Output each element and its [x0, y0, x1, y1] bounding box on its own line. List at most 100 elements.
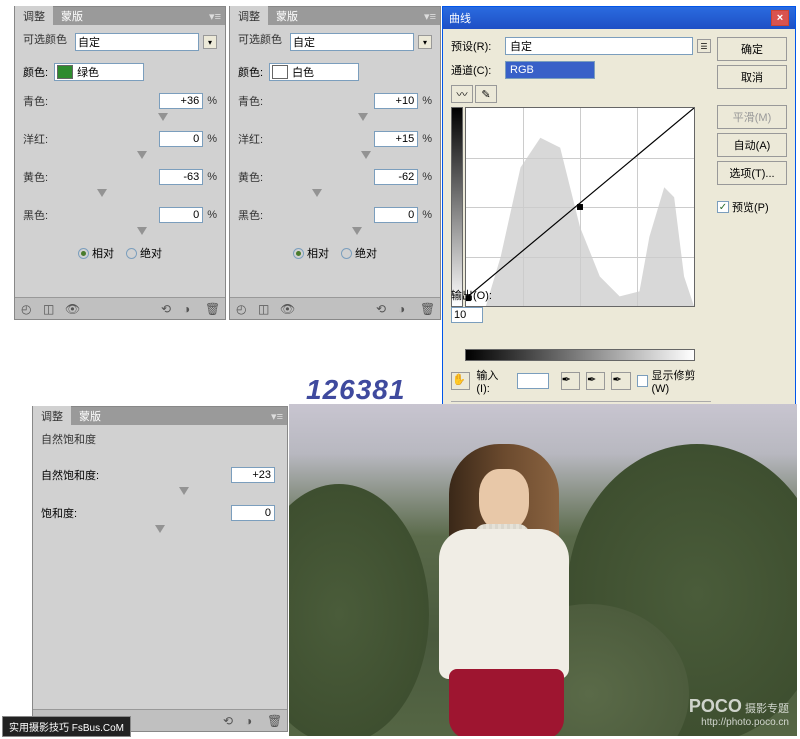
trash-icon[interactable]: 🗑: [420, 302, 434, 316]
preset-menu-icon[interactable]: ☰: [697, 39, 711, 53]
yellow-slider[interactable]: [278, 189, 432, 197]
show-clipping-checkbox[interactable]: 显示修剪(W): [637, 367, 711, 395]
relative-radio[interactable]: 相对: [293, 245, 329, 261]
color-select[interactable]: 白色: [269, 63, 359, 81]
preset-select[interactable]: 自定: [505, 37, 693, 55]
magenta-input[interactable]: [374, 131, 418, 147]
preset-select[interactable]: 自定: [290, 33, 414, 51]
stamp-text: 126381: [306, 374, 405, 406]
color-row: 颜色: 绿色: [23, 63, 217, 81]
preview-checkbox[interactable]: ✓预览(P): [717, 199, 787, 215]
smooth-button[interactable]: 平滑(M): [717, 105, 787, 129]
black-eyedropper-icon[interactable]: ✒: [561, 372, 580, 390]
input-gradient: [465, 349, 695, 361]
panel-tabs: 调整 蒙版 ▾≡: [15, 7, 225, 25]
white-eyedropper-icon[interactable]: ✒: [611, 372, 630, 390]
preset-menu-icon[interactable]: ▾: [203, 35, 217, 49]
curves-title: 曲线: [449, 10, 471, 26]
panel-menu-icon[interactable]: ▾≡: [271, 410, 283, 423]
close-icon[interactable]: ×: [771, 10, 789, 26]
person-figure: [389, 434, 569, 734]
curve-graph[interactable]: [465, 107, 695, 307]
saturation-slider[interactable]: [41, 525, 279, 533]
panel-menu-icon[interactable]: ▾≡: [209, 10, 221, 23]
black-input[interactable]: [159, 207, 203, 223]
tab-adjust[interactable]: 调整: [33, 406, 71, 426]
adjustment-icon[interactable]: ◴: [236, 302, 250, 316]
output-gradient: [451, 107, 463, 307]
ok-button[interactable]: 确定: [717, 37, 787, 61]
black-label: 黑色:: [23, 207, 63, 223]
method-radios: 相对 绝对: [23, 245, 217, 261]
curves-titlebar[interactable]: 曲线 ×: [443, 7, 795, 29]
black-input[interactable]: [374, 207, 418, 223]
trash-icon[interactable]: 🗑: [205, 302, 219, 316]
tab-mask[interactable]: 蒙版: [53, 6, 91, 26]
preset-row: 可选颜色 自定 ▾: [23, 31, 217, 53]
selective-color-panel-2: 调整 蒙版 ▾≡ 可选颜色自定▾ 颜色:白色 青色:% 洋红:% 黄色:% 黑色…: [229, 6, 441, 320]
input-input[interactable]: [517, 373, 549, 389]
yellow-slider[interactable]: [63, 189, 217, 197]
color-name: 绿色: [77, 64, 99, 80]
auto-button[interactable]: 自动(A): [717, 133, 787, 157]
cyan-input[interactable]: [159, 93, 203, 109]
black-slider[interactable]: [63, 227, 217, 235]
pencil-tool-icon[interactable]: ✎: [475, 85, 497, 103]
clip-icon[interactable]: ◑: [245, 714, 259, 728]
output-input[interactable]: [451, 307, 483, 323]
color-select[interactable]: 绿色: [54, 63, 144, 81]
tab-adjust[interactable]: 调整: [15, 6, 53, 26]
curves-dialog: 曲线 × 预设(R):自定☰ 通道(C):RGB 〰✎ 输出(O):: [442, 6, 796, 431]
channel-select[interactable]: RGB: [505, 61, 595, 79]
vibrance-slider[interactable]: [41, 487, 279, 495]
preset-menu-icon[interactable]: ▾: [418, 35, 432, 49]
hand-tool-icon[interactable]: ✋: [451, 372, 470, 390]
eye-icon[interactable]: 👁: [65, 302, 79, 316]
trash-icon[interactable]: 🗑: [267, 714, 281, 728]
saturation-input[interactable]: [231, 505, 275, 521]
cyan-slider[interactable]: [278, 113, 432, 121]
magenta-label: 洋红:: [23, 131, 63, 147]
tab-mask[interactable]: 蒙版: [71, 406, 109, 426]
preset-select[interactable]: 自定: [75, 33, 199, 51]
reset-icon[interactable]: ⟲: [161, 302, 175, 316]
color-swatch: [57, 65, 73, 79]
black-slider[interactable]: [278, 227, 432, 235]
options-button[interactable]: 选项(T)...: [717, 161, 787, 185]
magenta-slider[interactable]: [63, 151, 217, 159]
absolute-radio[interactable]: 绝对: [126, 245, 162, 261]
vibrance-input[interactable]: [231, 467, 275, 483]
selective-color-panel-1: 调整 蒙版 ▾≡ 可选颜色 自定 ▾ 颜色: 绿色 青色:% 洋红:% 黄色:%…: [14, 6, 226, 320]
grid-icon[interactable]: ◫: [43, 302, 57, 316]
panel-footer: ◴ ◫ 👁 ⟲ ◑ 🗑: [230, 297, 440, 319]
source-badge: 实用摄影技巧 FsBus.CoM: [2, 716, 131, 737]
reset-icon[interactable]: ⟲: [376, 302, 390, 316]
clip-icon[interactable]: ◑: [183, 302, 197, 316]
relative-radio[interactable]: 相对: [78, 245, 114, 261]
adjustment-icon[interactable]: ◴: [21, 302, 35, 316]
reset-icon[interactable]: ⟲: [223, 714, 237, 728]
curve-tool-icon[interactable]: 〰: [451, 85, 473, 103]
color-label: 颜色:: [23, 64, 48, 80]
vibrance-panel: 调整蒙版▾≡ 自然饱和度 自然饱和度: 饱和度: ◴◫👁⟲◑🗑: [32, 406, 288, 732]
absolute-radio[interactable]: 绝对: [341, 245, 377, 261]
panel-menu-icon[interactable]: ▾≡: [424, 10, 436, 23]
panel-title: 可选颜色: [23, 31, 75, 47]
tab-mask[interactable]: 蒙版: [268, 6, 306, 26]
grid-icon[interactable]: ◫: [258, 302, 272, 316]
magenta-input[interactable]: [159, 131, 203, 147]
yellow-input[interactable]: [159, 169, 203, 185]
eye-icon[interactable]: 👁: [280, 302, 294, 316]
gray-eyedropper-icon[interactable]: ✒: [586, 372, 605, 390]
yellow-label: 黄色:: [23, 169, 63, 185]
panel-footer: ◴ ◫ 👁 ⟲ ◑ 🗑: [15, 297, 225, 319]
cancel-button[interactable]: 取消: [717, 65, 787, 89]
magenta-slider[interactable]: [278, 151, 432, 159]
cyan-slider[interactable]: [63, 113, 217, 121]
yellow-input[interactable]: [374, 169, 418, 185]
cyan-input[interactable]: [374, 93, 418, 109]
panel-tabs: 调整 蒙版 ▾≡: [230, 7, 440, 25]
cyan-label: 青色:: [23, 93, 63, 109]
tab-adjust[interactable]: 调整: [230, 6, 268, 26]
clip-icon[interactable]: ◑: [398, 302, 412, 316]
